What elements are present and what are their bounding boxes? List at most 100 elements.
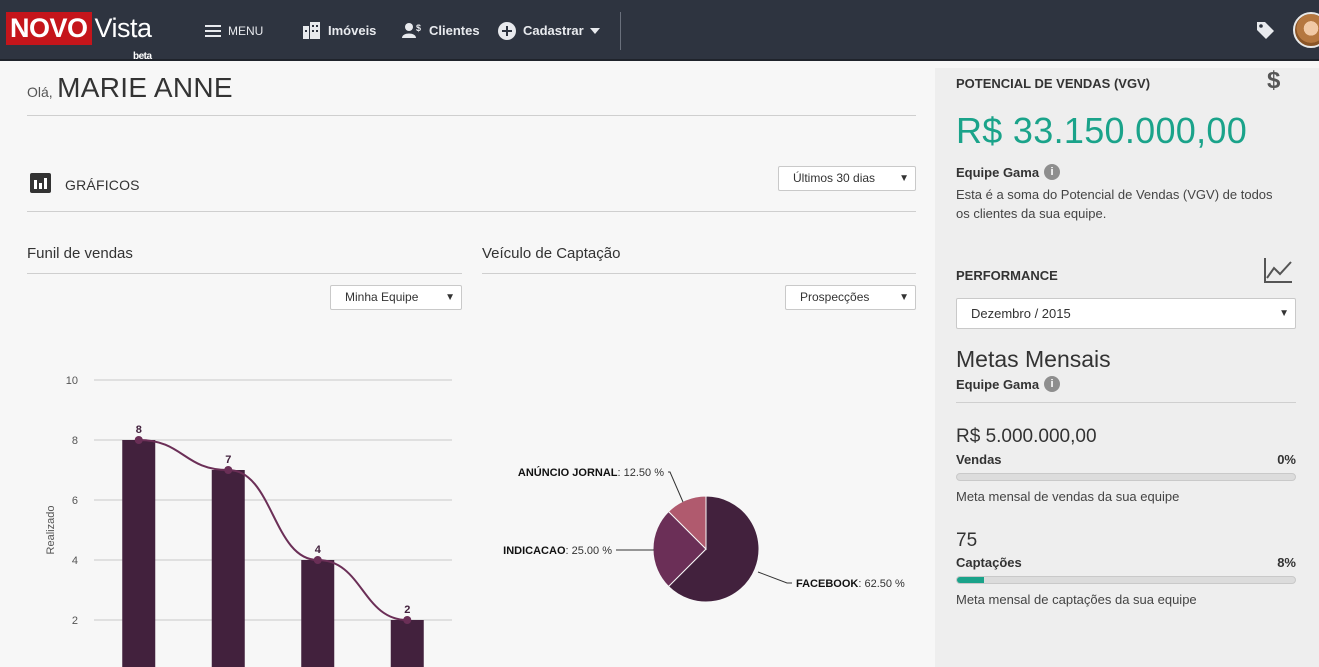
dropdown-arrow-icon: ▼: [899, 292, 909, 303]
trend-point: [403, 616, 412, 624]
info-icon[interactable]: i: [1044, 164, 1061, 180]
nav-cadastrar-label: Cadastrar: [523, 23, 584, 38]
dropdown-arrow-icon: ▼: [445, 292, 455, 303]
metas-team-label: Equipe Gama: [956, 376, 1040, 392]
month-select-value: Dezembro / 2015: [971, 306, 1071, 321]
user-name: MARIE ANNE: [57, 72, 233, 103]
vendas-progress-bar: [956, 473, 1296, 481]
trend-point: [224, 466, 233, 474]
plus-circle-icon: [498, 21, 516, 40]
pie-leader-line: [757, 571, 792, 584]
pie-label: INDICACAO: 25.00 %: [503, 545, 612, 557]
prospeccoes-select-value: Prospecções: [800, 290, 870, 304]
info-icon[interactable]: i: [1044, 376, 1061, 392]
vendas-description: Meta mensal de vendas da sua equipe: [956, 489, 1180, 504]
vendas-goal-value: R$ 5.000.000,00: [956, 426, 1097, 447]
bar: [211, 470, 245, 667]
funnel-bar-chart: 2 4 6 8 10 Realizado 8 7 4 2: [45, 375, 452, 667]
nav-clientes[interactable]: $ Clientes: [402, 0, 480, 61]
pie-label-value: : 12.50 %: [618, 467, 665, 479]
vgv-team: Equipe Gama i: [956, 164, 1061, 180]
dropdown-arrow-icon: ▼: [899, 173, 909, 184]
veiculo-divider: [482, 273, 916, 274]
greeting-prefix: Olá,: [27, 84, 53, 100]
pie-label-value: : 25.00 %: [566, 545, 613, 557]
captacoes-goal-value: 75: [956, 530, 978, 551]
funil-title: Funil de vendas: [27, 245, 133, 262]
pie-label-name: INDICACAO: [503, 545, 566, 557]
vgv-description-line-1: Esta é a soma do Potencial de Vendas (VG…: [956, 187, 1273, 202]
bar-chart-icon: [30, 173, 51, 193]
captacoes-description: Meta mensal de captações da sua equipe: [956, 592, 1197, 607]
captacoes-percent: 8%: [1277, 555, 1296, 570]
y-tick-label: 10: [66, 375, 78, 387]
bar: [301, 560, 335, 667]
graficos-title: GRÁFICOS: [65, 177, 140, 193]
vgv-value: R$ 33.150.000,00: [956, 110, 1248, 151]
nav-cadastrar[interactable]: Cadastrar: [498, 0, 600, 61]
logo-beta: beta: [133, 51, 152, 62]
side-panel: POTENCIAL DE VENDAS (VGV) $ R$ 33.150.00…: [935, 68, 1319, 667]
nav-imoveis[interactable]: Imóveis: [302, 0, 376, 61]
period-select[interactable]: Últimos 30 dias ▼: [778, 166, 916, 191]
data-label: 8: [136, 424, 142, 436]
captacoes-progress-fill: [957, 577, 985, 583]
y-tick-label: 4: [72, 555, 78, 567]
month-select[interactable]: Dezembro / 2015 ▼: [956, 298, 1296, 329]
trend-line: [138, 439, 408, 621]
hamburger-icon: [205, 24, 221, 37]
novo-vista-logo[interactable]: NOVO Vista beta: [6, 12, 153, 62]
tag-icon[interactable]: [1256, 21, 1275, 40]
trend-point: [134, 436, 143, 444]
funil-divider: [27, 273, 462, 274]
pie-leader-line: [668, 471, 684, 503]
caret-down-icon: [589, 27, 600, 34]
data-label: 2: [404, 604, 410, 616]
user-avatar[interactable]: [1293, 12, 1319, 48]
greeting: Olá, MARIE ANNE: [27, 72, 233, 104]
greeting-divider: [27, 115, 916, 116]
line-chart-icon: [1264, 258, 1292, 283]
pie-label: FACEBOOK: 62.50 %: [796, 578, 905, 590]
graficos-divider: [27, 211, 916, 212]
team-select[interactable]: Minha Equipe ▼: [330, 285, 462, 310]
trend-point: [313, 556, 322, 564]
building-icon: [303, 22, 320, 39]
bar: [122, 440, 156, 667]
menu-label: MENU: [228, 23, 264, 38]
pie-label-value: : 62.50 %: [858, 578, 905, 590]
y-tick-label: 8: [72, 435, 78, 447]
pie-label-name: FACEBOOK: [796, 578, 858, 590]
dropdown-arrow-icon: ▼: [1279, 308, 1289, 319]
captacoes-progress-bar: [956, 576, 1296, 584]
y-tick-label: 2: [72, 615, 78, 627]
svg-text:$: $: [1267, 68, 1281, 94]
nav-imoveis-label: Imóveis: [328, 23, 377, 38]
team-select-value: Minha Equipe: [345, 290, 419, 304]
data-label: 4: [315, 544, 322, 556]
menu-button[interactable]: MENU: [205, 0, 263, 61]
pie-label: ANÚNCIO JORNAL: 12.50 %: [518, 466, 664, 479]
nav-clientes-label: Clientes: [429, 23, 480, 38]
dollar-icon: $: [1267, 68, 1281, 94]
logo-vista-text: Vista: [94, 13, 153, 43]
vendas-percent: 0%: [1277, 452, 1296, 467]
top-navbar: NOVO Vista beta MENU Imóveis $ Clientes C…: [0, 0, 1319, 62]
pie-label-name: ANÚNCIO JORNAL: [518, 466, 618, 479]
metas-title: Metas Mensais: [956, 346, 1111, 372]
logo-novo: NOVO: [6, 12, 92, 45]
vgv-team-label: Equipe Gama: [956, 164, 1040, 180]
period-select-value: Últimos 30 dias: [793, 171, 876, 185]
data-label: 7: [225, 454, 231, 466]
performance-title: PERFORMANCE: [956, 268, 1058, 283]
client-money-icon: $: [402, 23, 421, 38]
vendas-label: Vendas: [956, 452, 1002, 467]
bar: [390, 620, 424, 667]
y-tick-label: 6: [72, 495, 78, 507]
prospeccoes-select[interactable]: Prospecções ▼: [785, 285, 916, 310]
veiculo-pie-chart: FACEBOOK: 62.50 % INDICACAO: 25.00 % ANÚNC…: [503, 466, 905, 603]
vgv-description: Esta é a soma do Potencial de Vendas (VG…: [956, 185, 1273, 223]
veiculo-title: Veículo de Captação: [482, 245, 621, 262]
logo-vista: Vista beta: [92, 12, 153, 62]
vgv-title: POTENCIAL DE VENDAS (VGV): [956, 76, 1151, 91]
